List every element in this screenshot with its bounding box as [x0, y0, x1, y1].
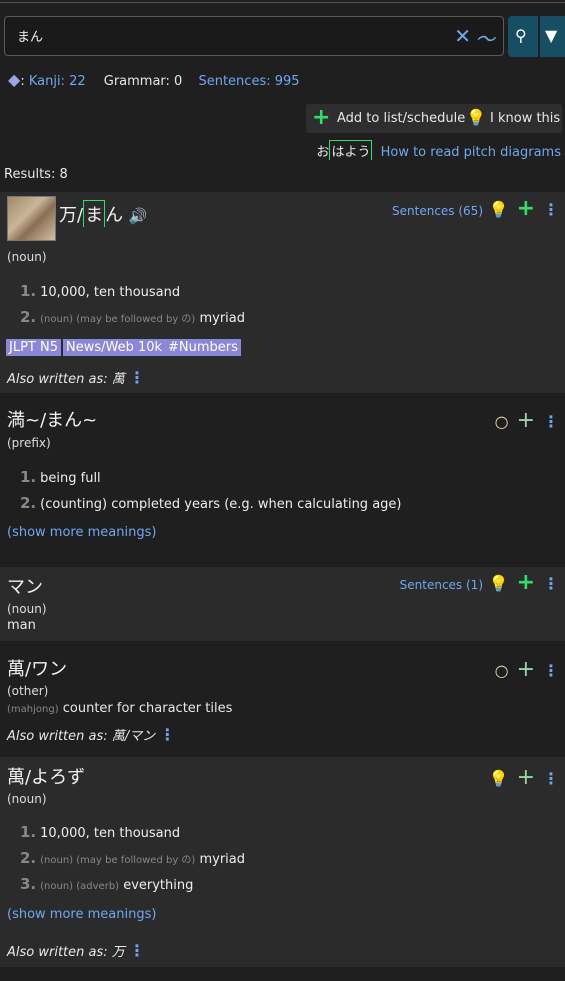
plus-icon[interactable]: +: [517, 196, 535, 221]
kebab-icon[interactable]: ⋮: [159, 725, 175, 744]
tag-jlpt[interactable]: JLPT N5: [6, 339, 61, 356]
bulb-icon[interactable]: 💡: [489, 769, 509, 788]
result-entry: 万/まん 🔊 Sentences (65) 💡 + ⋮ (noun) 1. 10,00…: [0, 192, 565, 393]
kebab-icon[interactable]: ⋮: [129, 941, 145, 960]
kebab-icon[interactable]: ⋮: [543, 769, 559, 788]
result-entry: 満~/まん~ ○ + ⋮ (prefix) 1. being full 2. (coun…: [0, 396, 565, 564]
meaning-2: 2. (noun) (may be followed by の) myriad: [20, 849, 246, 867]
stats-row: ◆: Kanji: 22 Grammar: 0 Sentences: 995: [8, 70, 300, 89]
sentences-link[interactable]: Sentences: 995: [198, 74, 299, 89]
result-entry: マン Sentences (1) 💡 + ⋮ (noun) man: [0, 567, 565, 641]
plus-icon: +: [312, 105, 331, 130]
meaning-1: 1. being full: [20, 468, 101, 486]
bulb-outline-icon[interactable]: ○: [495, 412, 509, 431]
kebab-icon[interactable]: ⋮: [543, 574, 559, 593]
search-button[interactable]: ⚲: [508, 16, 538, 57]
i-know-this-button[interactable]: I know this: [490, 111, 560, 126]
also-written: Also written as: 萬/マン ⋮: [7, 725, 176, 744]
meaning-1: man: [7, 618, 36, 633]
grammar-count: Grammar: 0: [103, 74, 183, 89]
handwriting-icon[interactable]: 〜: [475, 23, 495, 52]
sentences-link[interactable]: Sentences (65): [392, 204, 483, 218]
entry-word: マン: [7, 577, 43, 598]
add-to-list-button[interactable]: Add to list/schedule: [337, 111, 465, 126]
meaning-2: 2. (counting) completed years (e.g. when …: [20, 494, 402, 512]
result-entry: 萬/ワン ○ + ⋮ (other) (mahjong) counter for c…: [0, 643, 565, 755]
bulb-icon[interactable]: 💡: [489, 200, 509, 219]
show-more-link[interactable]: (show more meanings): [7, 907, 156, 922]
plus-outline-icon[interactable]: +: [517, 765, 535, 790]
top-divider: [0, 2, 565, 3]
entry-image: [7, 196, 56, 241]
kebab-icon[interactable]: ⋮: [129, 368, 145, 387]
pitch-help-row: おはよう How to read pitch diagrams: [316, 140, 561, 160]
meaning-2: 2. (noun) (may be followed by の) myriad: [20, 308, 246, 326]
plus-outline-icon[interactable]: +: [517, 657, 535, 682]
meaning-1: 1. 10,000, ten thousand: [20, 823, 181, 841]
entry-pos: (noun): [7, 792, 47, 806]
plus-icon[interactable]: +: [517, 570, 535, 595]
results-count: Results: 8: [4, 167, 68, 182]
entry-pos: (other): [7, 684, 49, 698]
entry-word: 萬/ワン: [7, 659, 68, 680]
bulb-icon: 💡: [466, 108, 486, 127]
entry-word: 万/まん 🔊: [59, 200, 148, 227]
search-box[interactable]: ✕ 〜: [4, 16, 504, 56]
also-written: Also written as: 萬 ⋮: [7, 368, 145, 387]
kebab-icon[interactable]: ⋮: [543, 661, 559, 680]
result-entry: 萬/よろず 💡 + ⋮ (noun) 1. 10,000, ten thousand …: [0, 757, 565, 967]
search-input[interactable]: [15, 27, 439, 44]
also-written: Also written as: 万 ⋮: [7, 941, 145, 960]
meaning-1: (mahjong) counter for character tiles: [7, 701, 233, 716]
entry-pos: (noun): [7, 250, 47, 264]
tag-numbers[interactable]: #Numbers: [165, 339, 241, 356]
bulb-icon[interactable]: 💡: [489, 574, 509, 593]
filter-icon: ▼: [545, 26, 558, 45]
sentences-link[interactable]: Sentences (1): [400, 578, 483, 592]
meaning-1: 1. 10,000, ten thousand: [20, 282, 181, 300]
kanji-diamond-icon: ◆: [8, 70, 21, 89]
kebab-icon[interactable]: ⋮: [543, 412, 559, 431]
kebab-icon[interactable]: ⋮: [543, 200, 559, 219]
pitch-help-link[interactable]: How to read pitch diagrams: [381, 145, 561, 160]
plus-outline-icon[interactable]: +: [517, 408, 535, 433]
show-more-link[interactable]: (show more meanings): [7, 525, 156, 540]
add-to-list-bar: + Add to list/schedule 💡 I know this: [306, 104, 562, 133]
entry-word: 萬/よろず: [7, 767, 86, 788]
entry-pos: (prefix): [7, 436, 51, 450]
kanji-link[interactable]: Kanji: 22: [29, 74, 86, 89]
search-icon: ⚲: [515, 26, 527, 45]
audio-icon[interactable]: 🔊: [129, 207, 148, 225]
entry-word: 満~/まん~: [7, 410, 98, 431]
clear-icon[interactable]: ✕: [454, 24, 471, 48]
pitch-example: おはよう: [316, 140, 373, 160]
bulb-outline-icon[interactable]: ○: [495, 661, 509, 680]
entry-pos: (noun): [7, 602, 47, 616]
meaning-3: 3. (noun) (adverb) everything: [20, 875, 194, 893]
tag-news[interactable]: News/Web 10k: [63, 339, 166, 356]
filter-button[interactable]: ▼: [540, 16, 565, 57]
